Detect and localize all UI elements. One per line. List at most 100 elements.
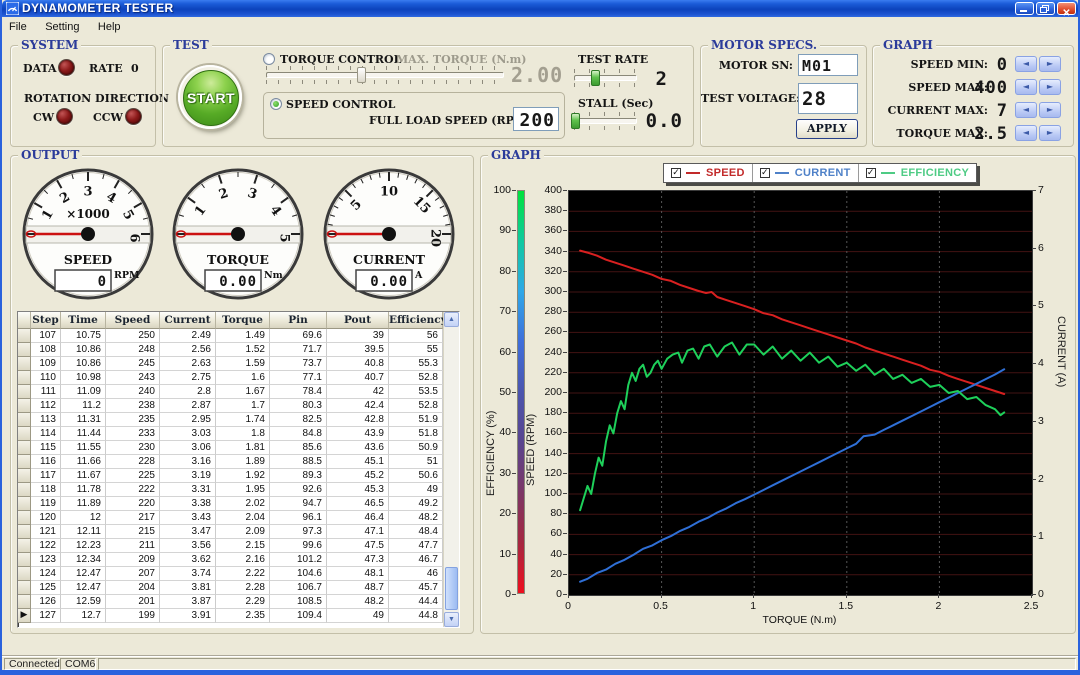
row-selector[interactable] (18, 413, 31, 427)
row-selector[interactable] (18, 511, 31, 525)
stall-slider[interactable] (571, 112, 637, 130)
scrollbar-thumb[interactable] (445, 567, 458, 610)
table-header-speed[interactable]: Speed (106, 312, 160, 329)
table-row[interactable]: 125 12.47 204 3.81 2.28 106.7 48.7 45.7 (18, 581, 459, 595)
scroll-down-button[interactable]: ▼ (444, 612, 459, 627)
table-row[interactable]: 113 11.31 235 2.95 1.74 82.5 42.8 51.9 (18, 413, 459, 427)
row-selector[interactable] (18, 581, 31, 595)
spinner-right-arrow-button[interactable]: ► (1039, 102, 1061, 118)
legend-checkbox[interactable]: ✓ (671, 168, 681, 178)
gauge-tick-label: 20 (428, 229, 443, 247)
table-row[interactable]: 109 10.86 245 2.63 1.59 73.7 40.8 55.3 (18, 357, 459, 371)
table-row[interactable]: 108 10.86 248 2.56 1.52 71.7 39.5 55 (18, 343, 459, 357)
row-selector[interactable] (18, 371, 31, 385)
full-load-speed-input[interactable]: 200 (513, 107, 559, 131)
table-row[interactable]: 122 12.23 211 3.56 2.15 99.6 47.5 47.7 (18, 539, 459, 553)
scroll-up-button[interactable]: ▲ (444, 312, 459, 327)
menu-setting[interactable]: Setting (38, 20, 86, 34)
row-selector[interactable] (18, 455, 31, 469)
table-row[interactable]: 120 12 217 3.43 2.04 96.1 46.4 48.2 (18, 511, 459, 525)
row-selector[interactable] (18, 441, 31, 455)
table-row[interactable]: 123 12.34 209 3.62 2.16 101.2 47.3 46.7 (18, 553, 459, 567)
row-selector[interactable] (18, 525, 31, 539)
gauge-tick-label: 10 (380, 185, 398, 200)
graph-setting-spinner[interactable]: ◄ ► (1015, 79, 1061, 95)
restore-button[interactable] (1036, 2, 1055, 15)
table-row[interactable]: 107 10.75 250 2.49 1.49 69.6 39 56 (18, 329, 459, 343)
row-selector[interactable]: ▶ (18, 609, 31, 623)
minimize-button[interactable] (1015, 2, 1034, 15)
motor-sn-input[interactable]: M01 (798, 54, 858, 76)
table-row[interactable]: 116 11.66 228 3.16 1.89 88.5 45.1 51 (18, 455, 459, 469)
speed-control-radio[interactable] (270, 98, 282, 110)
table-row[interactable]: 124 12.47 207 3.74 2.22 104.6 48.1 46 (18, 567, 459, 581)
table-cell: 118 (31, 483, 61, 497)
test-rate-slider-thumb[interactable] (590, 70, 600, 86)
table-row[interactable]: 126 12.59 201 3.87 2.29 108.5 48.2 44.4 (18, 595, 459, 609)
spinner-left-arrow-button[interactable]: ◄ (1015, 56, 1037, 72)
tick-mark (563, 594, 567, 595)
row-selector[interactable] (18, 483, 31, 497)
menu-help[interactable]: Help (91, 20, 128, 34)
max-torque-slider[interactable] (266, 66, 504, 84)
row-selector[interactable] (18, 385, 31, 399)
spinner-left-arrow-button[interactable]: ◄ (1015, 102, 1037, 118)
table-row[interactable]: 112 11.2 238 2.87 1.7 80.3 42.4 52.8 (18, 399, 459, 413)
table-row[interactable]: 110 10.98 243 2.75 1.6 77.1 40.7 52.8 (18, 371, 459, 385)
row-selector[interactable] (18, 329, 31, 343)
table-cell: 51.9 (389, 413, 443, 427)
row-selector[interactable] (18, 427, 31, 441)
table-row[interactable]: 114 11.44 233 3.03 1.8 84.8 43.9 51.8 (18, 427, 459, 441)
title-bar[interactable]: DYNAMOMETER TESTER ✕ (2, 0, 1078, 19)
table-row[interactable]: 117 11.67 225 3.19 1.92 89.3 45.2 50.6 (18, 469, 459, 483)
table-header-pout[interactable]: Pout (327, 312, 389, 329)
spinner-right-arrow-button[interactable]: ► (1039, 79, 1061, 95)
graph-setting-spinner[interactable]: ◄ ► (1015, 102, 1061, 118)
spinner-right-arrow-button[interactable]: ► (1039, 56, 1061, 72)
test-rate-slider[interactable] (574, 69, 637, 87)
test-rate-label: TEST RATE (578, 53, 649, 66)
torque-control-radio[interactable] (263, 53, 275, 65)
row-selector[interactable] (18, 399, 31, 413)
row-selector[interactable] (18, 553, 31, 567)
table-row[interactable]: 119 11.89 220 3.38 2.02 94.7 46.5 49.2 (18, 497, 459, 511)
row-selector[interactable] (18, 497, 31, 511)
table-header-step[interactable]: Step (31, 312, 61, 329)
table-row[interactable]: 111 11.09 240 2.8 1.67 78.4 42 53.5 (18, 385, 459, 399)
graph-setting-spinner[interactable]: ◄ ► (1015, 125, 1061, 141)
table-cell: 199 (106, 609, 160, 623)
legend-checkbox[interactable]: ✓ (759, 168, 770, 178)
table-row[interactable]: 115 11.55 230 3.06 1.81 85.6 43.6 50.9 (18, 441, 459, 455)
table-row[interactable]: 118 11.78 222 3.31 1.95 92.6 45.3 49 (18, 483, 459, 497)
spinner-left-arrow-button[interactable]: ◄ (1015, 125, 1037, 141)
row-selector[interactable] (18, 469, 31, 483)
test-voltage-input[interactable]: 28 (798, 83, 858, 114)
stall-slider-thumb[interactable] (571, 113, 581, 129)
start-button[interactable]: START (178, 65, 242, 129)
status-connection: Connected (4, 658, 60, 670)
table-row[interactable]: ▶ 127 12.7 199 3.91 2.35 109.4 49 44.8 (18, 609, 459, 623)
table-header-current[interactable]: Current (160, 312, 216, 329)
apply-button[interactable]: APPLY (796, 119, 858, 139)
table-row[interactable]: 121 12.11 215 3.47 2.09 97.3 47.1 48.4 (18, 525, 459, 539)
graph-setting-spinner[interactable]: ◄ ► (1015, 56, 1061, 72)
spinner-left-arrow-button[interactable]: ◄ (1015, 79, 1037, 95)
legend-checkbox[interactable]: ✓ (865, 168, 876, 178)
row-selector[interactable] (18, 539, 31, 553)
table-header-time[interactable]: Time (61, 312, 106, 329)
table-header-efficiency[interactable]: Efficiency (389, 312, 447, 329)
spinner-right-arrow-button[interactable]: ► (1039, 125, 1061, 141)
table-header-torque[interactable]: Torque (216, 312, 270, 329)
torque-tick-label: 0.5 (653, 600, 668, 612)
row-selector[interactable] (18, 357, 31, 371)
row-selector[interactable] (18, 567, 31, 581)
table-cell: 2.16 (216, 553, 270, 567)
menu-file[interactable]: File (2, 20, 34, 34)
table-scrollbar[interactable]: ▲ ▼ (443, 312, 459, 627)
max-torque-slider-thumb[interactable] (357, 67, 367, 83)
row-selector[interactable] (18, 343, 31, 357)
close-button[interactable]: ✕ (1057, 2, 1076, 19)
row-selector[interactable] (18, 595, 31, 609)
table-header-pin[interactable]: Pin (270, 312, 327, 329)
table-cell: 119 (31, 497, 61, 511)
